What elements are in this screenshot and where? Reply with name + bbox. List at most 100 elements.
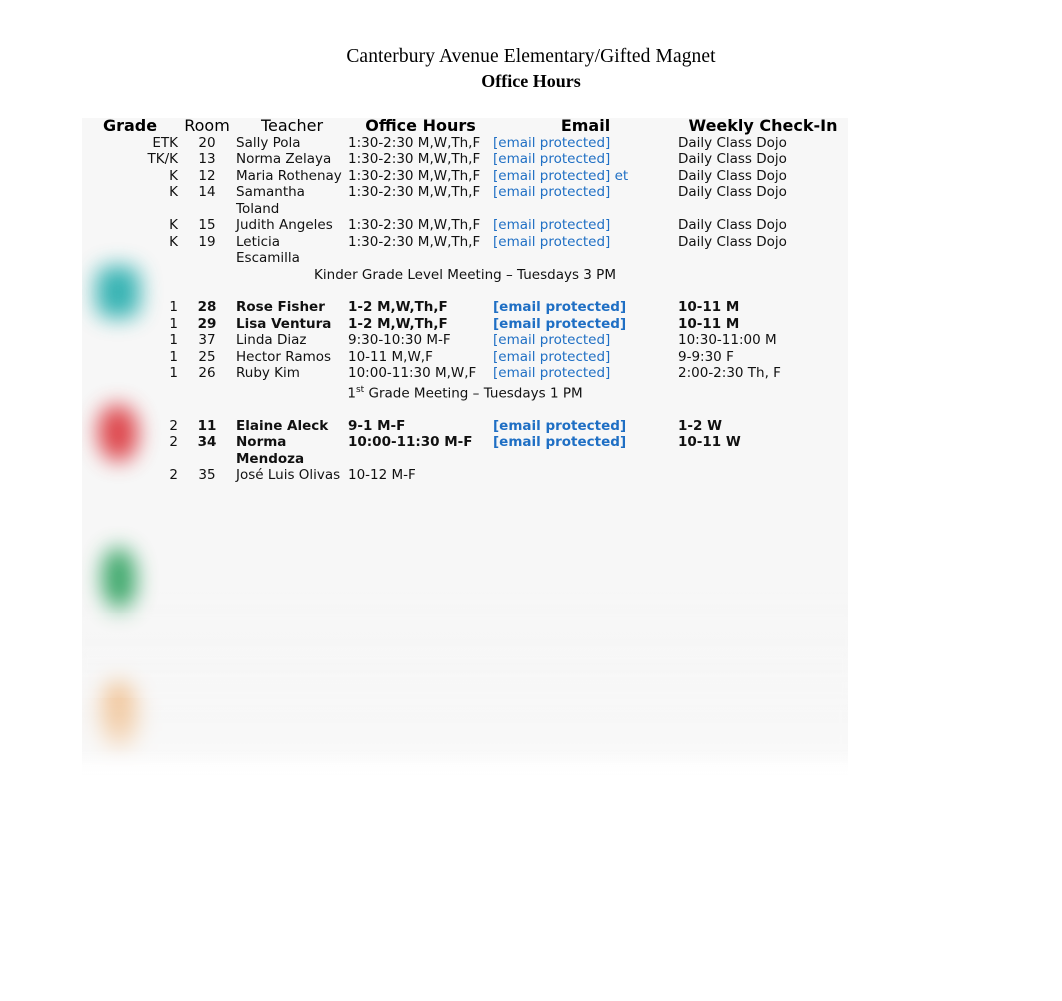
cell-room: 11 xyxy=(197,417,217,434)
cell-teacher-obscured xyxy=(236,566,348,583)
cell-grade: ETK xyxy=(152,134,178,151)
cell-room: 25 xyxy=(198,348,216,365)
email-link[interactable]: [email protected] xyxy=(493,299,626,315)
cell-grade: 2 xyxy=(169,417,178,434)
cell-office-hours: 10-11 M,W,F xyxy=(348,348,433,365)
cell-office-hours: 9:30-10:30 M-F xyxy=(348,332,451,348)
cell-room-obscured xyxy=(178,566,236,583)
cell-office-hours: 10-12 M-F xyxy=(348,467,416,483)
school-name: Canterbury Avenue Elementary/Gifted Magn… xyxy=(346,46,716,67)
table-row: 1 37 Linda Diaz 9:30-10:30 M-F [email pr… xyxy=(82,332,848,349)
table-row-obscured xyxy=(82,500,848,517)
cell-room-obscured xyxy=(178,549,236,566)
email-link[interactable]: [email protected] xyxy=(493,332,610,348)
cell-grade: 1 xyxy=(169,299,178,315)
cell-room: 29 xyxy=(197,315,217,332)
table-header-row: Grade Room Teacher Office Hours Email We… xyxy=(82,118,848,135)
cell-weekly-checkin-obscured xyxy=(678,582,848,599)
cell-teacher: Leticia Escamilla xyxy=(236,233,300,267)
cell-email-obscured xyxy=(493,500,678,517)
table-row: TK/K 13 Norma Zelaya 1:30-2:30 M,W,Th,F … xyxy=(82,151,848,168)
cell-room: 15 xyxy=(198,217,216,233)
email-link[interactable]: [email protected] xyxy=(493,418,626,434)
cell-email: [email protected] xyxy=(493,217,678,234)
cell-teacher: Sally Pola xyxy=(236,134,301,151)
cell-grade-obscured xyxy=(82,500,178,517)
table-row: K 19 Leticia Escamilla 1:30-2:30 M,W,Th,… xyxy=(82,234,848,267)
cell-office-hours: 1:30-2:30 M,W,Th,F xyxy=(348,233,481,250)
cell-email: [email protected] xyxy=(493,365,678,382)
email-link-obscured[interactable] xyxy=(493,549,497,565)
cell-teacher-obscured xyxy=(236,582,348,599)
cell-office-hours: 1-2 M,W,Th,F xyxy=(348,299,448,315)
cell-grade: 2 xyxy=(169,467,178,483)
email-link[interactable]: [email protected] et xyxy=(493,168,628,184)
email-link-obscured[interactable] xyxy=(493,566,497,582)
cell-email-obscured xyxy=(493,582,678,599)
email-link[interactable]: [email protected] xyxy=(493,184,610,200)
cell-email: [email protected] xyxy=(493,434,678,467)
cell-teacher: Rose Fisher xyxy=(236,299,325,315)
spacer-cell xyxy=(82,402,848,418)
meeting-grade1-prefix: 1 xyxy=(347,385,356,401)
email-link[interactable]: [email protected] xyxy=(493,234,610,250)
table-row: 1 26 Ruby Kim 10:00-11:30 M,W,F [email p… xyxy=(82,365,848,382)
cell-teacher: Maria Rothenay xyxy=(236,167,342,184)
email-link[interactable]: [email protected] xyxy=(493,349,610,365)
cell-room: 37 xyxy=(198,332,216,348)
column-header-email: Email xyxy=(560,118,611,135)
cell-grade: 1 xyxy=(169,365,178,381)
table-row: K 12 Maria Rothenay 1:30-2:30 M,W,Th,F [… xyxy=(82,168,848,185)
cell-office-hours-obscured xyxy=(348,500,493,517)
meeting-row-kinder: Kinder Grade Level Meeting – Tuesdays 3 … xyxy=(82,267,848,284)
cell-office-hours: 9-1 M-F xyxy=(348,417,406,434)
table-row: K 14 Samantha Toland 1:30-2:30 M,W,Th,F … xyxy=(82,184,848,217)
cell-weekly-checkin-obscured xyxy=(678,566,848,583)
table-row: 2 34 Norma Mendoza 10:00-11:30 M-F [emai… xyxy=(82,434,848,467)
cell-weekly-checkin: Daily Class Dojo xyxy=(678,167,787,184)
cell-weekly-checkin: 10-11 M xyxy=(678,299,740,315)
table-row-obscured xyxy=(82,484,848,501)
table-header: Grade Room Teacher Office Hours Email We… xyxy=(82,118,848,135)
cell-office-hours-obscured xyxy=(348,484,493,501)
email-link[interactable]: [email protected] xyxy=(493,135,610,151)
cell-room: 20 xyxy=(198,134,216,151)
cell-email: [email protected] xyxy=(493,418,678,435)
blur-layer-3 xyxy=(82,653,848,698)
column-header-weekly-checkin: Weekly Check-In xyxy=(688,118,838,135)
email-link[interactable]: [email protected] xyxy=(493,316,626,332)
email-link[interactable]: [email protected] xyxy=(493,217,610,233)
fade-gradient-overlay xyxy=(82,588,848,775)
email-link-obscured[interactable] xyxy=(493,500,497,516)
cell-weekly-checkin xyxy=(678,467,848,484)
cell-teacher: Elaine Aleck xyxy=(236,417,329,434)
blur-layer-4 xyxy=(82,698,848,775)
document-title-block: Canterbury Avenue Elementary/Gifted Magn… xyxy=(0,44,1062,93)
cell-weekly-checkin: Daily Class Dojo xyxy=(678,184,787,200)
cell-grade: 1 xyxy=(169,315,178,332)
meeting-note-grade1: 1st Grade Meeting – Tuesdays 1 PM xyxy=(82,382,848,402)
cell-grade-obscured xyxy=(82,566,178,583)
cell-office-hours: 1:30-2:30 M,W,Th,F xyxy=(348,184,481,200)
row-spacer xyxy=(82,533,848,549)
cell-office-hours: 1:30-2:30 M,W,Th,F xyxy=(348,151,481,167)
cell-room: 34 xyxy=(197,434,217,450)
cell-room-obscured xyxy=(178,500,236,517)
email-link-obscured[interactable] xyxy=(493,582,497,598)
email-link-obscured[interactable] xyxy=(493,484,497,500)
email-link[interactable]: [email protected] xyxy=(493,434,626,450)
cell-room: 12 xyxy=(198,167,216,184)
cell-office-hours-obscured xyxy=(348,549,493,566)
blur-layer-2 xyxy=(82,613,848,653)
email-link[interactable]: [email protected] xyxy=(493,151,610,167)
cell-grade: K xyxy=(169,233,178,250)
cell-teacher-obscured xyxy=(236,484,348,501)
email-link[interactable]: [email protected] xyxy=(493,365,610,381)
cell-weekly-checkin: Daily Class Dojo xyxy=(678,151,787,167)
cell-grade-obscured xyxy=(82,549,178,566)
cell-weekly-checkin: 10:30-11:00 M xyxy=(678,332,777,348)
cell-room: 35 xyxy=(198,467,216,483)
cell-teacher: Norma Mendoza xyxy=(236,434,305,467)
cell-email: [email protected] xyxy=(493,332,678,349)
cell-room: 14 xyxy=(198,184,216,200)
